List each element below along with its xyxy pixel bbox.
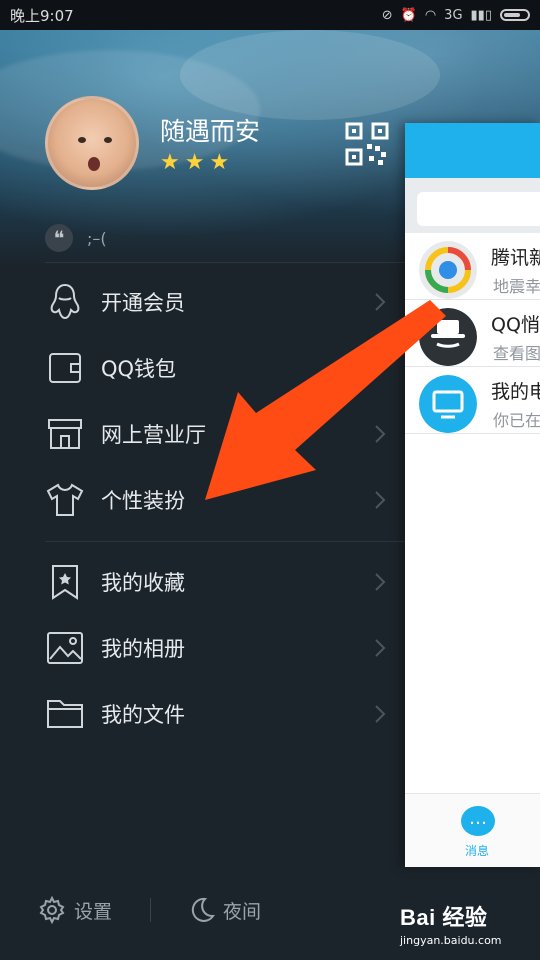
- watermark-logo: Bai 经验: [400, 905, 488, 930]
- avatar-eye: [104, 137, 112, 143]
- qr-code-icon[interactable]: [345, 122, 389, 166]
- photo-icon: [45, 628, 85, 668]
- settings-label: 设置: [74, 900, 113, 923]
- signature-text: ;–(: [87, 228, 107, 248]
- signal-icon: ▮▮▯: [470, 7, 492, 23]
- chevron-right-icon: [375, 639, 386, 657]
- anonymous-avatar-icon: [419, 308, 477, 366]
- chat-list-panel[interactable]: 腾讯新 地震幸 QQ悄 查看图 我的电 你已在 … 消息: [405, 123, 540, 867]
- tab-messages[interactable]: … 消息: [405, 793, 540, 867]
- gear-icon: [39, 896, 65, 924]
- star-icon: ★: [184, 150, 205, 175]
- menu-item-store[interactable]: 网上营业厅: [45, 404, 395, 464]
- mute-icon: ⊘: [381, 7, 393, 23]
- chevron-right-icon: [375, 705, 386, 723]
- menu-label: 个性装扮: [101, 489, 185, 513]
- chat-row[interactable]: 腾讯新 地震幸: [405, 233, 540, 300]
- chat-row[interactable]: 我的电 你已在: [405, 367, 540, 434]
- night-mode-button[interactable]: 夜间: [189, 897, 261, 924]
- chat-preview: 查看图: [493, 344, 540, 363]
- avatar-eye: [78, 137, 86, 143]
- menu-item-wallet[interactable]: QQ钱包: [45, 338, 395, 398]
- menu-item-favorites[interactable]: 我的收藏: [45, 552, 395, 612]
- background-wave: [180, 30, 440, 120]
- divider: [45, 541, 405, 542]
- chevron-right-icon: [375, 359, 386, 377]
- chat-name: 我的电: [491, 381, 540, 403]
- panel-header: [405, 123, 540, 178]
- menu-label: 网上营业厅: [101, 423, 206, 447]
- wallet-icon: [45, 348, 85, 388]
- moon-icon: [191, 897, 215, 922]
- profile-name[interactable]: 随遇而安: [160, 112, 260, 148]
- chevron-right-icon: [375, 293, 386, 311]
- divider: [45, 262, 405, 263]
- status-icons: ⊘ ⏰ ◠ 3G ▮▮▯: [382, 8, 530, 23]
- level-stars[interactable]: ★ ★ ★: [160, 152, 229, 174]
- chat-row[interactable]: QQ悄 查看图: [405, 300, 540, 367]
- baidu-jingyan-watermark: Bai 经验 jingyan.baidu.com: [400, 900, 540, 958]
- tencent-news-icon: [419, 241, 477, 299]
- menu-label: 我的相册: [101, 637, 185, 661]
- signature[interactable]: ❝ ;–(: [45, 224, 107, 252]
- night-label: 夜间: [223, 900, 262, 923]
- chat-name: QQ悄: [491, 314, 540, 336]
- star-icon: ★: [209, 150, 230, 175]
- store-icon: [45, 414, 85, 454]
- battery-icon: [500, 9, 530, 21]
- menu-label: QQ钱包: [101, 357, 177, 381]
- wifi-icon: ◠: [424, 7, 437, 23]
- chat-preview: 地震幸: [493, 277, 540, 296]
- search-input[interactable]: [417, 192, 540, 226]
- menu-label: 我的文件: [101, 703, 185, 727]
- menu-label: 我的收藏: [101, 571, 185, 595]
- chat-preview: 你已在: [493, 411, 540, 430]
- alarm-icon: ⏰: [400, 7, 417, 23]
- computer-icon: [419, 375, 477, 433]
- watermark-url: jingyan.baidu.com: [400, 934, 502, 947]
- menu-item-vip[interactable]: 开通会员: [45, 272, 395, 332]
- menu-item-album[interactable]: 我的相册: [45, 618, 395, 678]
- chat-name: 腾讯新: [491, 247, 540, 269]
- menu-item-theme[interactable]: 个性装扮: [45, 470, 395, 530]
- bookmark-star-icon: [45, 562, 85, 602]
- menu-label: 开通会员: [101, 291, 185, 315]
- chevron-right-icon: [375, 573, 386, 591]
- chat-bubble-icon: …: [461, 806, 495, 836]
- tshirt-icon: [45, 480, 85, 520]
- avatar-mouth: [88, 157, 100, 171]
- penguin-icon: [45, 282, 85, 322]
- status-time: 晚上9:07: [10, 6, 74, 25]
- folder-icon: [45, 694, 85, 734]
- quote-icon: ❝: [45, 224, 73, 252]
- bottom-separator: [150, 898, 152, 922]
- search-area: [405, 178, 540, 233]
- avatar[interactable]: [45, 96, 139, 190]
- network-label: 3G: [444, 7, 463, 23]
- menu-item-files[interactable]: 我的文件: [45, 684, 395, 744]
- tab-label: 消息: [465, 844, 490, 858]
- status-bar: 晚上9:07 ⊘ ⏰ ◠ 3G ▮▮▯: [0, 0, 540, 30]
- settings-button[interactable]: 设置: [38, 896, 112, 924]
- chevron-right-icon: [375, 491, 386, 509]
- star-icon: ★: [160, 150, 180, 175]
- chevron-right-icon: [375, 425, 386, 443]
